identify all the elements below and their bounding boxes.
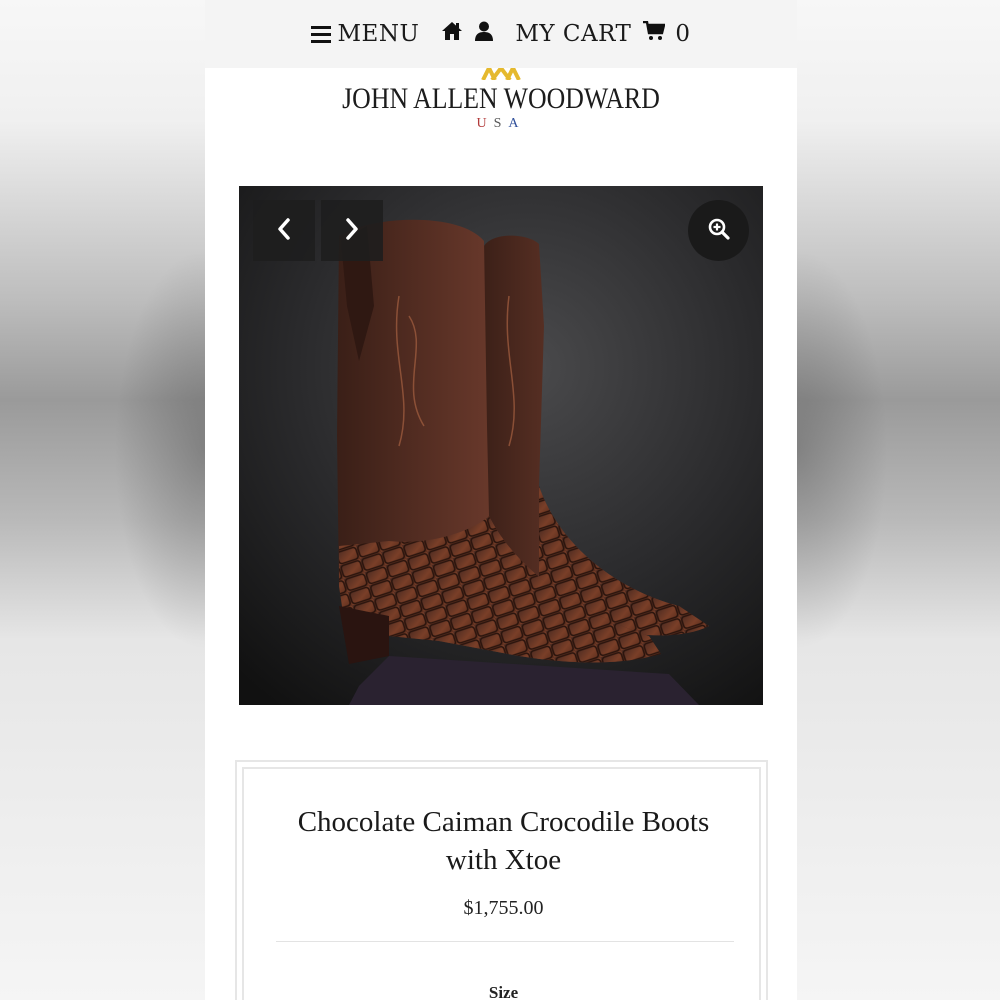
divider bbox=[276, 941, 734, 942]
previous-image-button[interactable] bbox=[253, 200, 315, 261]
chevron-right-icon bbox=[344, 217, 360, 245]
tagline-u: U bbox=[476, 116, 494, 131]
menu-button[interactable]: MENU bbox=[311, 21, 419, 47]
product-title: Chocolate Caiman Crocodile Boots with Xt… bbox=[297, 806, 710, 876]
shopping-cart-icon bbox=[643, 20, 666, 47]
hamburger-icon bbox=[311, 25, 332, 43]
tagline-a: A bbox=[508, 116, 526, 131]
cart-link[interactable]: MY CART 0 bbox=[515, 20, 691, 47]
product-price: $1,755.00 bbox=[463, 897, 544, 919]
home-icon bbox=[441, 21, 463, 47]
logo-mark-icon bbox=[475, 68, 527, 80]
menu-label: MENU bbox=[337, 21, 420, 47]
cart-label: MY CART bbox=[515, 21, 632, 47]
brand-tagline: USA bbox=[205, 116, 797, 132]
top-navigation-bar: MENU MY CART 0 bbox=[205, 0, 797, 68]
cart-count: 0 bbox=[675, 21, 691, 47]
zoom-button[interactable] bbox=[688, 200, 749, 261]
product-info-card: Chocolate Caiman Crocodile Boots with Xt… bbox=[235, 760, 768, 1000]
next-image-button[interactable] bbox=[321, 200, 383, 261]
user-icon bbox=[475, 21, 494, 47]
home-button[interactable] bbox=[441, 21, 463, 47]
brand-logo[interactable]: JOHN ALLEN WOODWARD USA bbox=[205, 68, 797, 148]
product-image bbox=[337, 219, 709, 705]
size-label: Size bbox=[488, 983, 519, 1000]
zoom-in-icon bbox=[707, 217, 731, 245]
account-button[interactable] bbox=[475, 21, 494, 47]
chevron-left-icon bbox=[276, 217, 292, 245]
product-page: MENU MY CART 0 JOHN ALLEN WOODWARD USA C… bbox=[205, 0, 797, 1000]
blurred-backdrop-right bbox=[797, 0, 1000, 1000]
product-info-inner: Chocolate Caiman Crocodile Boots with Xt… bbox=[242, 767, 761, 1000]
brand-name: JOHN ALLEN WOODWARD bbox=[342, 82, 660, 115]
product-image-gallery[interactable] bbox=[239, 186, 763, 705]
blurred-backdrop-left bbox=[0, 0, 205, 1000]
tagline-s: S bbox=[493, 116, 509, 131]
